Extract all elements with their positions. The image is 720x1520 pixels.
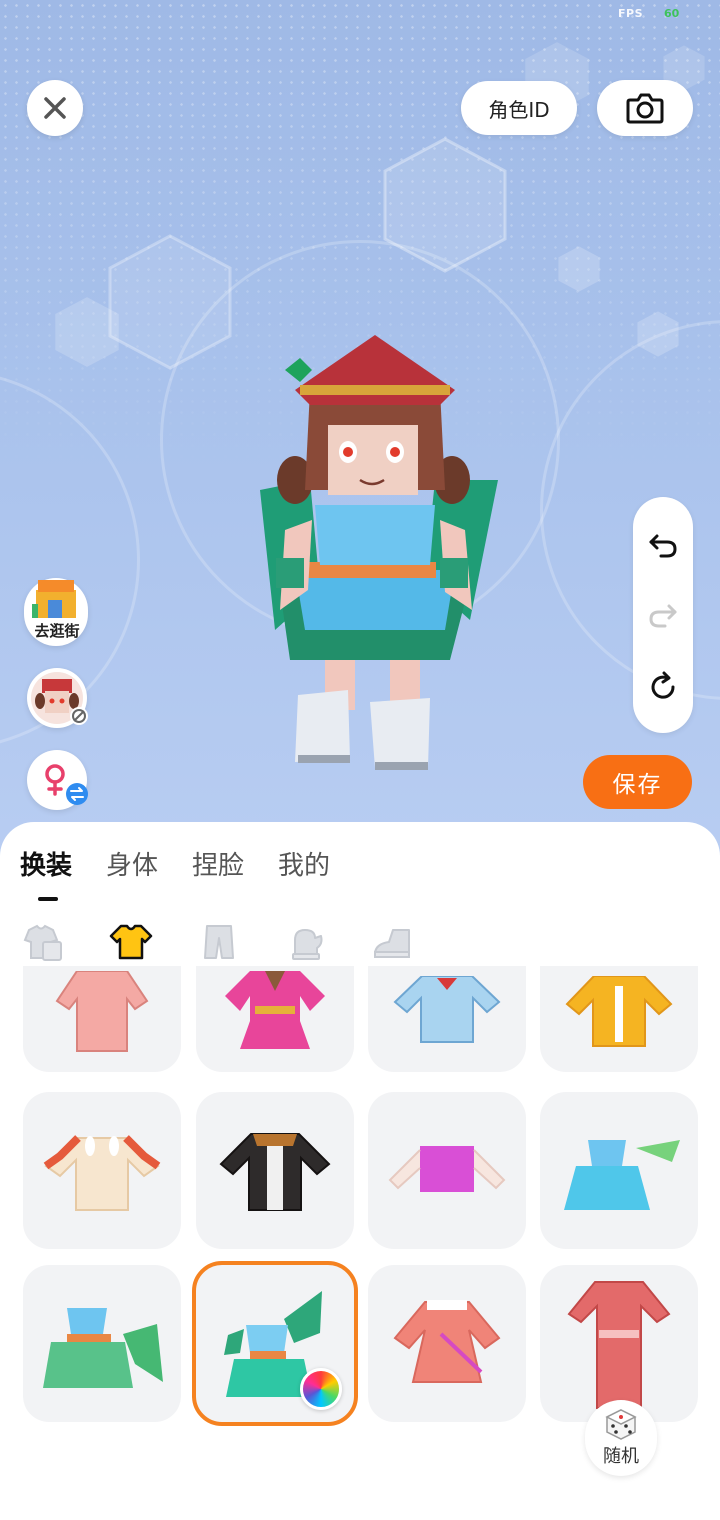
camera-icon — [626, 93, 664, 124]
item-tile[interactable] — [368, 1265, 526, 1422]
cream-bunny-top-item — [43, 1134, 161, 1211]
category-pants[interactable] — [196, 920, 242, 964]
role-id-button[interactable]: 角色ID — [461, 81, 577, 135]
active-tab-indicator — [38, 897, 58, 901]
red-qipao-item — [567, 1280, 671, 1409]
redo-button[interactable] — [633, 585, 693, 645]
bg-hexagon — [637, 311, 679, 357]
bg-hexagon — [55, 297, 119, 367]
bg-hexagon — [558, 246, 600, 292]
camera-button[interactable] — [597, 80, 693, 136]
tab-mine[interactable]: 我的 — [278, 845, 330, 882]
dice-icon — [605, 1409, 637, 1440]
gender-switch-button[interactable] — [27, 750, 88, 810]
close-button[interactable] — [27, 80, 83, 136]
item-tile[interactable] — [368, 966, 526, 1072]
item-tile[interactable] — [540, 1265, 698, 1422]
glove-icon — [292, 929, 323, 960]
category-outfit-set[interactable] — [20, 920, 66, 964]
color-palette-icon[interactable] — [300, 1368, 342, 1410]
outfit-set-icon — [23, 924, 62, 961]
black-jacket-item — [219, 1132, 331, 1211]
category-gloves[interactable] — [284, 920, 330, 964]
fps-label: FPS — [618, 7, 643, 20]
salmon-dress-item — [393, 1299, 501, 1383]
item-tile[interactable] — [368, 1092, 526, 1249]
pink-dress-item — [225, 971, 325, 1049]
tab-face[interactable]: 捏脸 — [192, 845, 244, 882]
reset-icon — [651, 671, 675, 699]
tab-outfit[interactable]: 换装 — [20, 845, 72, 882]
category-row — [20, 920, 440, 964]
shop-icon — [32, 580, 76, 618]
category-top[interactable] — [108, 920, 154, 964]
shoe-icon — [374, 929, 410, 958]
item-tile[interactable] — [196, 1092, 354, 1249]
random-button[interactable]: 随机 — [585, 1400, 657, 1476]
avatar-figure — [260, 335, 498, 770]
avatar-scene[interactable]: FPS 60 角色ID 去逛街 保存 — [0, 0, 720, 860]
tab-body[interactable]: 身体 — [106, 845, 158, 882]
item-tile[interactable] — [540, 966, 698, 1072]
save-button[interactable]: 保存 — [583, 755, 692, 809]
fps-value: 60 — [664, 7, 680, 20]
avatar-character[interactable] — [240, 330, 510, 780]
green-leaf-dress-item — [43, 1307, 163, 1388]
purple-crop-top-item — [388, 1145, 506, 1192]
top-shirt-icon — [109, 924, 153, 960]
item-tile-selected[interactable] — [192, 1261, 358, 1426]
pink-coat-item — [55, 971, 149, 1052]
bg-hexagon — [383, 137, 507, 273]
item-tile[interactable] — [23, 966, 181, 1072]
wardrobe-tabs: 换装 身体 捏脸 我的 — [20, 845, 330, 882]
blue-sailor-top-item — [393, 976, 501, 1043]
switch-badge-icon — [66, 783, 88, 805]
reset-button[interactable] — [633, 657, 693, 717]
history-panel — [633, 497, 693, 733]
avatar-sticker-button[interactable] — [27, 668, 88, 728]
item-tile[interactable] — [23, 1092, 181, 1249]
random-label: 随机 — [603, 1446, 639, 1467]
item-tile[interactable] — [23, 1265, 181, 1422]
undo-button[interactable] — [633, 515, 693, 575]
category-shoes[interactable] — [370, 920, 416, 964]
blue-leaf-dress-item — [564, 1139, 680, 1210]
pants-icon — [204, 925, 234, 959]
yellow-jacket-item — [565, 976, 673, 1047]
go-shopping-label: 去逛街 — [34, 622, 80, 640]
item-tile[interactable] — [196, 966, 354, 1072]
close-icon — [44, 97, 66, 119]
undo-icon — [649, 534, 677, 558]
item-tile[interactable] — [540, 1092, 698, 1249]
redo-icon — [649, 604, 677, 628]
hide-badge-icon — [70, 707, 88, 725]
